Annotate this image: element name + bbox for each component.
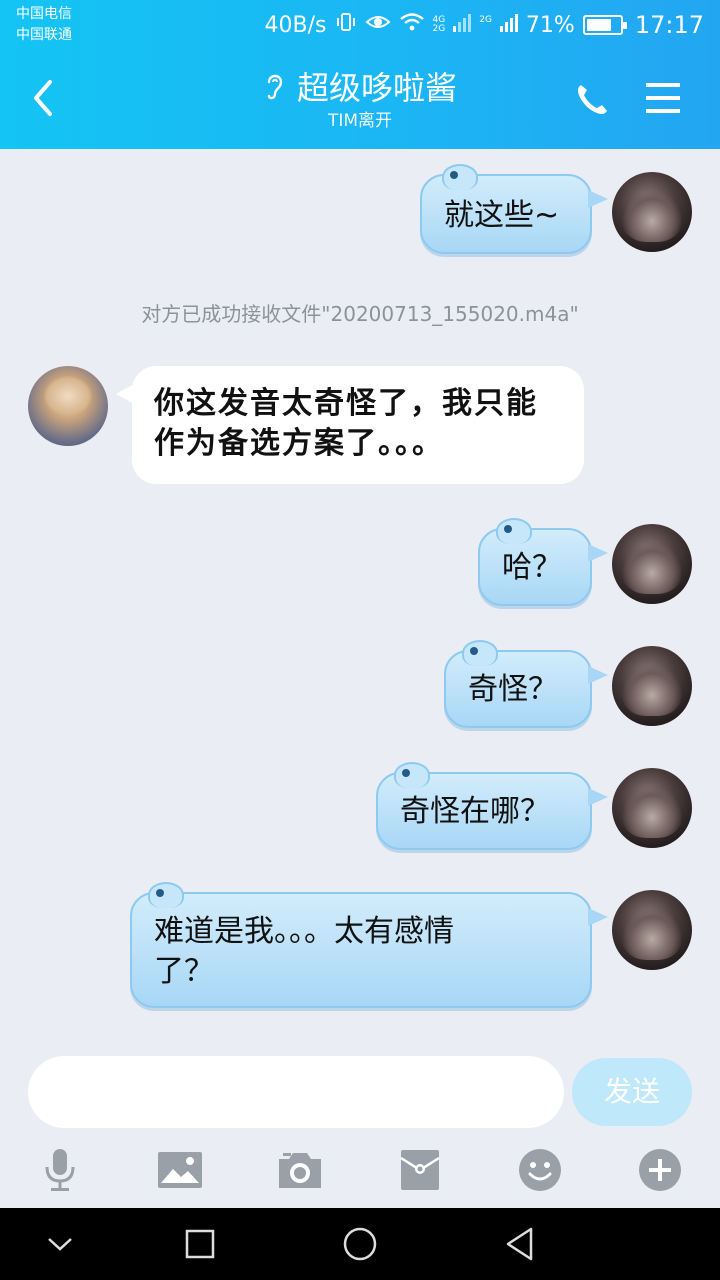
emoji-icon[interactable] (510, 1140, 570, 1200)
chat-header: 中国电信 中国联通 40B/s 4G 2G 2G 71% 17:17 超级哆啦酱… (0, 0, 720, 149)
nav-back-button[interactable] (498, 1222, 542, 1266)
my-avatar[interactable] (612, 524, 692, 604)
signal-icon-1 (453, 12, 472, 38)
my-avatar[interactable] (612, 646, 692, 726)
carrier-2: 中国联通 (16, 27, 72, 43)
battery-fill (586, 19, 611, 31)
wifi-icon (399, 12, 425, 38)
send-button[interactable]: 发送 (572, 1058, 692, 1126)
chat-menu-button[interactable] (644, 80, 684, 116)
vibrate-icon (335, 11, 357, 39)
message-bubble[interactable]: 奇怪？ (444, 640, 608, 728)
carrier-info: 中国电信 中国联通 (16, 4, 72, 46)
title-area[interactable]: 超级哆啦酱 TIM离开 (160, 68, 560, 132)
back-button[interactable] (24, 76, 64, 120)
signal-label-2: 2G (479, 15, 492, 25)
signal-label-1: 4G 2G (432, 15, 446, 34)
message-text: 奇怪？ (468, 672, 558, 707)
system-nav-bar (0, 1208, 720, 1280)
message-bubble[interactable]: 哈？ (478, 518, 608, 606)
message-text-line-1: 难道是我。。。太有感情 (154, 914, 454, 949)
clock: 17:17 (634, 11, 704, 39)
input-toolbar (0, 1140, 720, 1200)
voice-call-button[interactable] (572, 80, 612, 120)
message-text-line-2: 作为备选方案了。。。 (154, 426, 444, 461)
carrier-1: 中国电信 (16, 6, 72, 22)
message-text: 哈？ (502, 550, 562, 585)
nav-hide-button[interactable] (38, 1222, 82, 1266)
microphone-icon[interactable] (30, 1140, 90, 1200)
nav-recents-button[interactable] (178, 1222, 222, 1266)
contact-status: TIM离开 (327, 111, 393, 131)
message-text: 就这些~ (444, 198, 560, 233)
contact-avatar[interactable] (28, 366, 108, 446)
message-bubble[interactable]: 你这发音太奇怪了，我只能 作为备选方案了。。。 (116, 366, 584, 484)
message-bubble[interactable]: 奇怪在哪？ (376, 762, 608, 850)
image-icon[interactable] (150, 1140, 210, 1200)
battery-icon (582, 15, 627, 35)
circle-icon (343, 1227, 377, 1261)
net-speed: 40B/s (264, 12, 327, 38)
ear-icon (263, 70, 287, 106)
my-avatar[interactable] (612, 768, 692, 848)
square-icon (185, 1229, 215, 1259)
battery-percent: 71% (525, 12, 575, 38)
phone-icon (577, 85, 607, 115)
red-packet-icon[interactable] (390, 1140, 450, 1200)
my-avatar[interactable] (612, 890, 692, 970)
signal-icon-2 (499, 12, 518, 38)
nav-home-button[interactable] (338, 1222, 382, 1266)
hamburger-menu-icon (646, 83, 680, 113)
message-bubble[interactable]: 难道是我。。。太有感情 了？ (130, 882, 608, 1008)
message-text-line-1: 你这发音太奇怪了，我只能 (154, 386, 538, 421)
eye-icon (365, 12, 391, 38)
chevron-left-icon (34, 80, 52, 116)
chevron-down-icon (48, 1238, 72, 1251)
contact-name: 超级哆啦酱 (296, 69, 457, 107)
file-received-notice: 对方已成功接收文件"20200713_155020.m4a" (141, 302, 579, 326)
message-text-line-2: 了？ (154, 954, 214, 989)
camera-icon[interactable] (270, 1140, 330, 1200)
my-avatar[interactable] (612, 172, 692, 252)
message-text: 奇怪在哪？ (400, 794, 550, 829)
triangle-back-icon (506, 1227, 533, 1261)
message-input[interactable] (28, 1056, 564, 1128)
plus-icon[interactable] (630, 1140, 690, 1200)
message-bubble[interactable]: 就这些~ (420, 164, 608, 254)
status-bar-right: 40B/s 4G 2G 2G 71% 17:17 (265, 8, 704, 42)
